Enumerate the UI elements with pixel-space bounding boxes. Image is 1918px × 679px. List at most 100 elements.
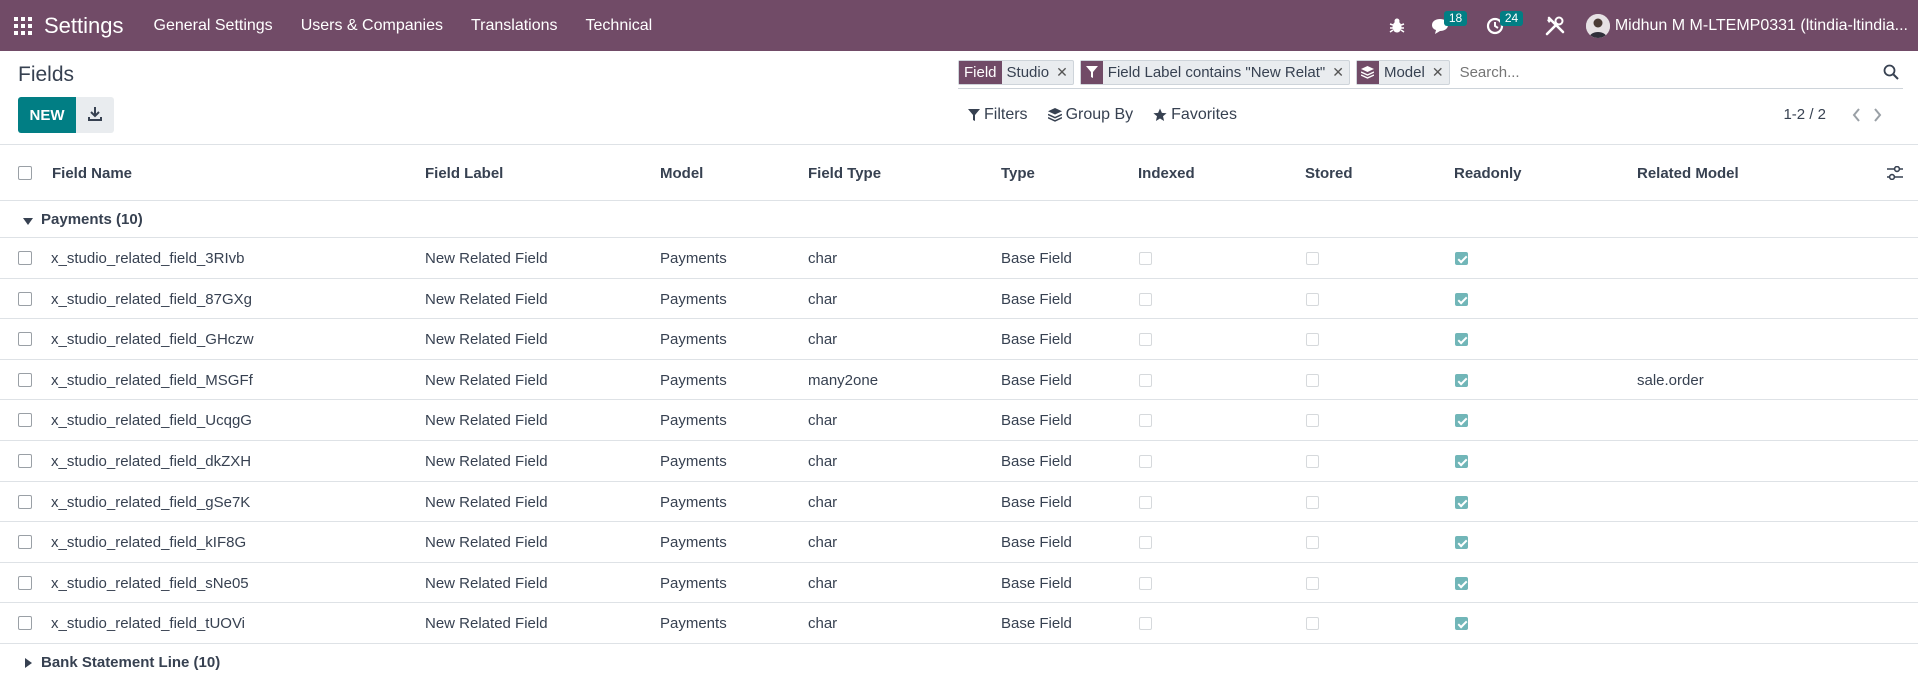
column-type[interactable]: Type bbox=[1001, 165, 1035, 182]
column-field-name[interactable]: Field Name bbox=[52, 165, 132, 182]
download-button[interactable] bbox=[76, 97, 114, 133]
field-label-cell: New Related Field bbox=[425, 534, 548, 552]
group-label: Payments (10) bbox=[41, 211, 143, 228]
column-field-type[interactable]: Field Type bbox=[808, 165, 881, 182]
field-type-cell: char bbox=[808, 250, 838, 267]
row-select-checkbox[interactable] bbox=[18, 372, 32, 387]
stored-checkbox bbox=[1306, 576, 1319, 590]
table-row[interactable]: x_studio_related_field_sNe05 New Related … bbox=[0, 563, 1918, 604]
row-select-checkbox[interactable] bbox=[18, 413, 32, 428]
row-select-checkbox[interactable] bbox=[18, 453, 32, 468]
column-readonly[interactable]: Readonly bbox=[1454, 165, 1522, 182]
table-row[interactable]: x_studio_related_field_gSe7K New Related … bbox=[0, 482, 1918, 523]
field-name-cell: x_studio_related_field_tUOVi bbox=[51, 615, 246, 633]
column-stored[interactable]: Stored bbox=[1305, 165, 1353, 182]
column-model[interactable]: Model bbox=[660, 165, 703, 182]
facet-remove-icon[interactable]: ✕ bbox=[1054, 61, 1073, 84]
app-brand[interactable]: Settings bbox=[44, 13, 124, 39]
facet-field-label-filter: Field Label contains "New Relat" ✕ bbox=[1079, 59, 1350, 85]
menu-general-settings[interactable]: General Settings bbox=[140, 17, 287, 35]
type-cell: Base Field bbox=[1001, 452, 1072, 470]
facet-remove-icon[interactable]: ✕ bbox=[1330, 61, 1349, 84]
stored-checkbox bbox=[1306, 414, 1319, 428]
table-row[interactable]: x_studio_related_field_UcqgG New Related … bbox=[0, 400, 1918, 441]
model-cell: Payments bbox=[660, 534, 727, 552]
table-row[interactable]: x_studio_related_field_kIF8G New Related … bbox=[0, 522, 1918, 563]
messages-chat-icon[interactable]: 18 bbox=[1430, 10, 1468, 35]
column-field-label[interactable]: Field Label bbox=[425, 165, 503, 182]
row-select-checkbox[interactable] bbox=[18, 494, 32, 509]
row-select-checkbox[interactable] bbox=[18, 575, 32, 590]
menu-technical[interactable]: Technical bbox=[572, 17, 667, 35]
user-name: Midhun M M-LTEMP0331 (ltindia-ltindia... bbox=[1614, 16, 1908, 34]
field-name-cell: x_studio_related_field_3RIvb bbox=[51, 250, 245, 267]
row-select-checkbox[interactable] bbox=[18, 616, 32, 631]
column-related-model[interactable]: Related Model bbox=[1637, 165, 1739, 182]
field-type-cell: char bbox=[808, 452, 838, 470]
indexed-checkbox bbox=[1139, 252, 1152, 265]
row-select-checkbox[interactable] bbox=[18, 291, 32, 306]
search-input[interactable] bbox=[1455, 63, 1883, 81]
facet-remove-icon[interactable]: ✕ bbox=[1430, 61, 1449, 84]
table-row[interactable]: x_studio_related_field_87GXg New Related … bbox=[0, 279, 1918, 320]
activities-clock-icon[interactable]: 24 bbox=[1486, 10, 1524, 35]
search-icon[interactable] bbox=[1883, 64, 1899, 80]
favorites-button[interactable]: Favorites bbox=[1153, 106, 1237, 124]
row-select-checkbox[interactable] bbox=[18, 332, 32, 347]
pager-value[interactable]: 1-2 / 2 bbox=[1783, 106, 1826, 123]
field-type-cell: char bbox=[808, 574, 838, 592]
tools-wrench-icon[interactable] bbox=[1544, 15, 1566, 37]
column-indexed[interactable]: Indexed bbox=[1138, 165, 1195, 182]
menu-translations[interactable]: Translations bbox=[457, 17, 572, 35]
field-name-cell: x_studio_related_field_87GXg bbox=[51, 290, 252, 308]
indexed-checkbox bbox=[1139, 495, 1152, 509]
row-select-checkbox[interactable] bbox=[18, 535, 32, 550]
indexed-checkbox bbox=[1139, 333, 1152, 347]
caret-down-icon bbox=[23, 213, 33, 230]
field-type-cell: char bbox=[808, 290, 838, 308]
field-name-cell: x_studio_related_field_sNe05 bbox=[51, 574, 249, 592]
group-row-payments[interactable]: Payments (10) bbox=[0, 201, 1918, 238]
filters-button[interactable]: Filters bbox=[968, 106, 1028, 124]
new-button[interactable]: NEW bbox=[18, 97, 76, 133]
debug-bug-icon[interactable] bbox=[1388, 17, 1406, 35]
user-menu[interactable]: Midhun M M-LTEMP0331 (ltindia-ltindia... bbox=[1585, 13, 1908, 38]
model-cell: Payments bbox=[660, 250, 727, 267]
indexed-checkbox bbox=[1139, 536, 1152, 550]
type-cell: Base Field bbox=[1001, 371, 1072, 389]
field-name-cell: x_studio_related_field_UcqgG bbox=[51, 412, 252, 430]
indexed-checkbox bbox=[1139, 454, 1152, 468]
star-icon bbox=[1153, 108, 1167, 121]
table-row[interactable]: x_studio_related_field_GHczw New Related … bbox=[0, 319, 1918, 360]
table-row[interactable]: x_studio_related_field_3RIvb New Related … bbox=[0, 238, 1918, 279]
field-name-cell: x_studio_related_field_kIF8G bbox=[51, 534, 247, 552]
apps-grid-icon[interactable] bbox=[13, 16, 33, 36]
table-row[interactable]: x_studio_related_field_MSGFf New Related … bbox=[0, 360, 1918, 401]
indexed-checkbox bbox=[1139, 373, 1152, 387]
facet-field-value: Studio bbox=[1006, 63, 1050, 81]
select-all-checkbox[interactable] bbox=[18, 166, 32, 180]
search-bar: Field Studio ✕ Field Label contains "New… bbox=[958, 56, 1903, 89]
row-select-checkbox[interactable] bbox=[18, 251, 32, 265]
indexed-checkbox bbox=[1139, 576, 1152, 590]
menu-users-companies[interactable]: Users & Companies bbox=[287, 17, 457, 35]
type-cell: Base Field bbox=[1001, 412, 1072, 430]
pager-next-icon[interactable] bbox=[1873, 107, 1882, 122]
pager-previous-icon[interactable] bbox=[1852, 107, 1861, 122]
field-name-cell: x_studio_related_field_gSe7K bbox=[51, 493, 251, 511]
layers-icon bbox=[1356, 60, 1379, 84]
table-row[interactable]: x_studio_related_field_dkZXH New Related … bbox=[0, 441, 1918, 482]
type-cell: Base Field bbox=[1001, 250, 1072, 267]
related-model-cell: sale.order bbox=[1637, 371, 1704, 389]
group-row-bank-statement-line[interactable]: Bank Statement Line (10) bbox=[0, 643, 1918, 679]
model-cell: Payments bbox=[660, 493, 727, 511]
model-cell: Payments bbox=[660, 574, 727, 592]
group-by-button[interactable]: Group By bbox=[1047, 106, 1133, 124]
field-label-cell: New Related Field bbox=[425, 615, 548, 633]
optional-columns-toggle-icon[interactable] bbox=[1887, 165, 1903, 184]
readonly-checkbox bbox=[1455, 333, 1468, 347]
table-row[interactable]: x_studio_related_field_tUOVi New Related … bbox=[0, 603, 1918, 644]
field-type-cell: char bbox=[808, 493, 838, 511]
stored-checkbox bbox=[1306, 536, 1319, 550]
stored-checkbox bbox=[1306, 454, 1319, 468]
